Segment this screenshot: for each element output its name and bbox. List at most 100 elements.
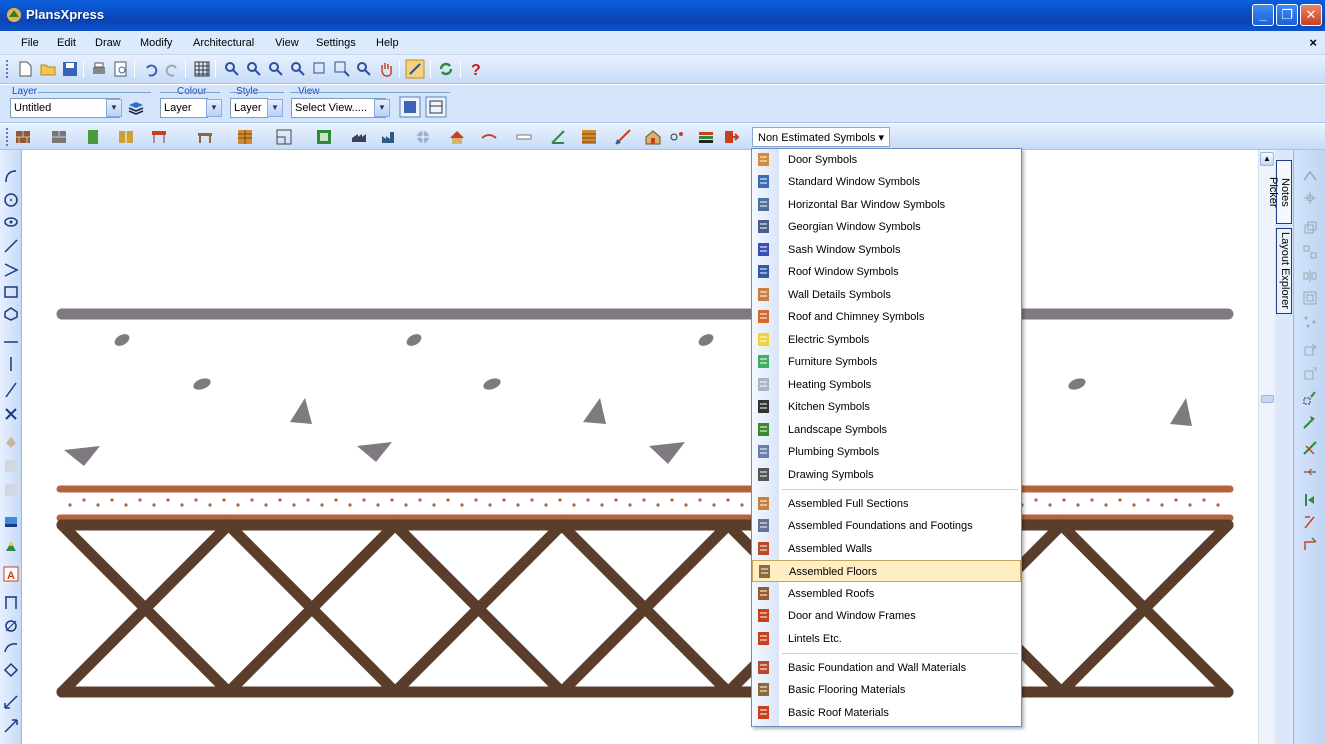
house-tool-icon[interactable]	[644, 128, 662, 146]
restore-button[interactable]: ❐	[1276, 4, 1298, 26]
stairs-tool-icon[interactable]	[236, 128, 254, 146]
colour-dropdown-arrow[interactable]: ▼	[206, 99, 222, 117]
circle-tool-icon[interactable]	[3, 192, 19, 208]
print-icon[interactable]	[90, 60, 108, 78]
menu-item-sash-window[interactable]: Sash Window Symbols	[752, 239, 1021, 261]
fillet-icon[interactable]	[1302, 414, 1318, 430]
menu-item-door[interactable]: Door Symbols	[752, 149, 1021, 171]
diameter-dimension-icon[interactable]	[3, 618, 19, 634]
menu-modify[interactable]: Modify	[140, 37, 172, 49]
snap-toggle-icon[interactable]	[405, 59, 425, 79]
menu-item-roof-window[interactable]: Roof Window Symbols	[752, 261, 1021, 283]
drawing-canvas[interactable]	[22, 150, 1258, 744]
mirror-icon[interactable]	[1302, 268, 1318, 284]
trim-icon[interactable]	[1302, 440, 1318, 456]
exit-tool-icon[interactable]	[722, 128, 740, 146]
help-icon[interactable]: ?	[467, 60, 485, 78]
grid-icon[interactable]	[193, 60, 211, 78]
menu-item-walls[interactable]: Assembled Walls	[752, 538, 1021, 560]
menu-settings[interactable]: Settings	[316, 37, 356, 49]
pattern-tool-icon[interactable]	[3, 482, 19, 498]
style-dropdown-arrow[interactable]: ▼	[267, 99, 283, 117]
polyline-tool-icon[interactable]	[3, 262, 19, 278]
zoom-extents-icon[interactable]	[333, 60, 351, 78]
hatch-tool-icon[interactable]	[3, 458, 19, 474]
zoom-window-icon[interactable]	[311, 60, 329, 78]
menu-item-full-section[interactable]: Assembled Full Sections	[752, 493, 1021, 515]
column-tool-icon[interactable]	[580, 128, 598, 146]
menu-item-floors[interactable]: Assembled Floors	[752, 560, 1021, 582]
scale-icon[interactable]	[1302, 290, 1318, 306]
lintel-tool-icon[interactable]	[150, 128, 168, 146]
menu-edit[interactable]: Edit	[57, 37, 76, 49]
menu-item-roof-chimney[interactable]: Roof and Chimney Symbols	[752, 306, 1021, 328]
tab-layout-explorer[interactable]: Layout Explorer	[1276, 228, 1292, 314]
room-tool-icon[interactable]	[275, 128, 293, 146]
menu-item-landscape[interactable]: Landscape Symbols	[752, 419, 1021, 441]
factory-tool-icon[interactable]	[380, 128, 398, 146]
undo-icon[interactable]	[142, 60, 160, 78]
layer-dropdown-arrow[interactable]: ▼	[106, 99, 122, 117]
menu-item-georgian-window[interactable]: Georgian Window Symbols	[752, 216, 1021, 238]
angle-dimension-icon[interactable]	[3, 662, 19, 678]
style-select[interactable]: Layer	[230, 98, 268, 118]
view-manager-icon[interactable]	[425, 96, 447, 118]
menu-item-radiator[interactable]: Heating Symbols	[752, 374, 1021, 396]
line-tool-icon[interactable]	[3, 238, 19, 254]
copy-icon[interactable]	[1302, 220, 1318, 236]
menu-help[interactable]: Help	[376, 37, 399, 49]
toolbar-grip[interactable]	[6, 128, 9, 146]
rectangle-tool-icon[interactable]	[3, 284, 19, 300]
colour-select[interactable]: Layer	[160, 98, 208, 118]
extend-icon[interactable]	[1302, 464, 1318, 480]
menu-item-lintel[interactable]: Lintels Etc.	[752, 628, 1021, 650]
zoom-out-icon[interactable]	[245, 60, 263, 78]
insulation-tool-icon[interactable]	[515, 128, 533, 146]
offset-icon[interactable]	[1302, 168, 1318, 184]
menu-item-furniture[interactable]: Furniture Symbols	[752, 351, 1021, 373]
stretch-icon[interactable]	[1302, 366, 1318, 382]
tab-notes-picker[interactable]: Notes Picker	[1267, 160, 1292, 224]
save-icon[interactable]	[61, 60, 79, 78]
menu-item-roof-materials[interactable]: Basic Roof Materials	[752, 702, 1021, 724]
wall-tool-icon[interactable]	[14, 128, 32, 146]
measure-tool-icon[interactable]	[614, 128, 632, 146]
door-tool-icon[interactable]	[84, 128, 102, 146]
leader-tool-icon[interactable]	[3, 694, 19, 710]
menu-view[interactable]: View	[275, 37, 299, 49]
roof-tool-icon[interactable]	[448, 128, 466, 146]
menu-file[interactable]: File	[21, 37, 39, 49]
floor-tool-icon[interactable]	[196, 128, 214, 146]
refresh-icon[interactable]	[437, 60, 455, 78]
layers-manager-icon[interactable]	[127, 99, 145, 117]
layers-stack-icon[interactable]	[697, 128, 715, 146]
zoom-next-icon[interactable]	[289, 60, 307, 78]
close-document-button[interactable]: ×	[1309, 35, 1317, 50]
symbol-insert-icon[interactable]	[3, 538, 19, 554]
furniture-tool-icon[interactable]	[350, 128, 368, 146]
cabinet-tool-icon[interactable]	[315, 128, 333, 146]
break-icon[interactable]	[1302, 492, 1318, 508]
menu-architectural[interactable]: Architectural	[193, 37, 254, 49]
scroll-up-button[interactable]: ▲	[1260, 152, 1274, 166]
window-tool-icon[interactable]	[117, 128, 135, 146]
angle-tool-icon[interactable]	[549, 128, 567, 146]
pan-hand-icon[interactable]	[377, 60, 395, 78]
close-window-button[interactable]: ✕	[1300, 4, 1322, 26]
vertical-line-icon[interactable]	[3, 356, 19, 372]
menu-item-wall-details[interactable]: Wall Details Symbols	[752, 284, 1021, 306]
arrow-tool-icon[interactable]	[3, 718, 19, 734]
redo-icon[interactable]	[163, 60, 181, 78]
menu-item-foundation[interactable]: Assembled Foundations and Footings	[752, 515, 1021, 537]
horizontal-line-icon[interactable]	[3, 334, 19, 350]
menu-item-hob[interactable]: Kitchen Symbols	[752, 396, 1021, 418]
layer-select[interactable]: Untitled	[10, 98, 120, 118]
menu-item-bulb[interactable]: Electric Symbols	[752, 329, 1021, 351]
vertical-scrollbar[interactable]: ▲	[1258, 150, 1275, 744]
print-preview-icon[interactable]	[112, 60, 130, 78]
beam-tool-icon[interactable]	[480, 128, 498, 146]
open-folder-icon[interactable]	[39, 60, 57, 78]
new-file-icon[interactable]	[16, 60, 34, 78]
menu-item-wall-materials[interactable]: Basic Foundation and Wall Materials	[752, 657, 1021, 679]
block-wall-icon[interactable]	[50, 128, 68, 146]
